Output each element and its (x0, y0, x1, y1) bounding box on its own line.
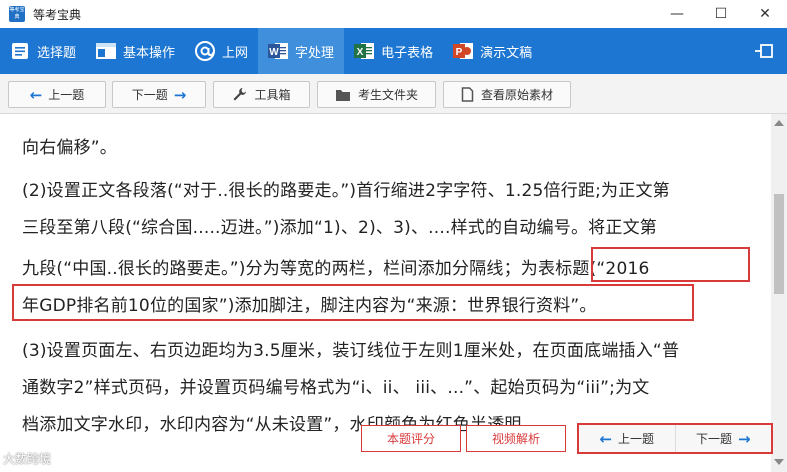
maximize-button[interactable]: ☐ (699, 0, 743, 28)
pin-icon[interactable] (753, 40, 775, 62)
toolbox-button[interactable]: 工具箱 (213, 81, 310, 108)
document-icon (461, 87, 474, 102)
view-source-button[interactable]: 查看原始素材 (443, 81, 571, 108)
prev-question-button[interactable]: ← 上一题 (8, 81, 106, 108)
tab-label: 演示文稿 (480, 45, 533, 61)
bottom-nav: ← 上一题 下一题 → (577, 423, 773, 454)
scroll-thumb[interactable] (774, 194, 784, 294)
window-title: 等考宝典 (33, 7, 82, 22)
content-line: 三段至第八段(“综合国.....迈进。”)添加“1)、2)、3)、....样式的… (22, 218, 657, 238)
content-line: 九段(“中国..很长的路要走。”)分为等宽的两栏，栏间添加分隔线；为表标题(“2… (22, 259, 650, 279)
arrow-right-icon: → (737, 429, 751, 448)
highlight-box (12, 284, 694, 321)
arrow-left-icon: ← (29, 85, 43, 104)
watermark-text: 大数跨境 (3, 452, 52, 466)
minimize-button[interactable]: — (655, 0, 699, 28)
tab-label: 字处理 (295, 45, 335, 61)
bottom-next-button[interactable]: 下一题 → (675, 425, 771, 452)
wrench-icon (232, 87, 247, 102)
at-icon (194, 40, 216, 62)
score-button[interactable]: 本题评分 (361, 425, 461, 452)
highlight-box (591, 247, 750, 282)
next-question-button[interactable]: 下一题 → (112, 81, 206, 108)
svg-text:P: P (456, 47, 463, 58)
tab-label: 基本操作 (123, 45, 176, 61)
tab-choice[interactable]: 选择题 (0, 28, 86, 74)
word-icon: W (267, 40, 289, 62)
window-icon (95, 40, 117, 62)
content-line: (2)设置正文各段落(“对于..很长的路要走。”)首行缩进2字字符、1.25倍行… (22, 181, 670, 201)
tab-label: 电子表格 (381, 45, 434, 61)
choice-icon (9, 40, 31, 62)
arrow-left-icon: ← (599, 429, 613, 448)
ppt-icon: P (452, 40, 474, 62)
question-content: 向右偏移”。 (2)设置正文各段落(“对于..很长的路要走。”)首行缩进2字字符… (0, 114, 771, 472)
vertical-scrollbar[interactable] (771, 114, 787, 472)
tab-spreadsheet[interactable]: X 电子表格 (344, 28, 443, 74)
tab-basic-ops[interactable]: 基本操作 (86, 28, 185, 74)
video-analysis-button[interactable]: 视频解析 (466, 425, 566, 452)
svg-text:X: X (357, 47, 364, 58)
tab-internet[interactable]: 上网 (185, 28, 258, 74)
scroll-up-icon[interactable] (774, 120, 784, 126)
sub-toolbar: ← 上一题 下一题 → 工具箱 考生文件夹 查看原始素材 (0, 74, 787, 114)
content-line: 档添加文字水印，水印内容为“从未设置”，水印颜色为红色半透明。 (22, 415, 539, 435)
exam-folder-button[interactable]: 考生文件夹 (317, 81, 436, 108)
content-line: 向右偏移”。 (22, 138, 118, 158)
close-button[interactable]: ✕ (743, 0, 787, 28)
tab-label: 选择题 (37, 45, 77, 61)
excel-icon: X (353, 40, 375, 62)
svg-text:W: W (269, 47, 279, 58)
tab-label: 上网 (222, 45, 249, 61)
bottom-prev-button[interactable]: ← 上一题 (579, 425, 676, 452)
app-logo-icon: 等考宝典 (9, 6, 25, 22)
folder-icon (335, 88, 351, 102)
main-toolbar: 选择题 基本操作 上网 W 字处理 X 电子表格 P 演示文稿 (0, 28, 787, 74)
content-line: (3)设置页面左、右页边距均为3.5厘米，装订线位于左则1厘米处，在页面底端插入… (22, 341, 680, 361)
scroll-down-icon[interactable] (774, 459, 784, 465)
tab-presentation[interactable]: P 演示文稿 (443, 28, 542, 74)
content-line: 通数字2”样式页码，并设置页码编号格式为“i、ii、 iii、...”、起始页码… (22, 378, 650, 398)
title-bar: 等考宝典 等考宝典 — ☐ ✕ (0, 0, 787, 28)
arrow-right-icon: → (173, 85, 187, 104)
tab-word-processing[interactable]: W 字处理 (258, 28, 345, 74)
